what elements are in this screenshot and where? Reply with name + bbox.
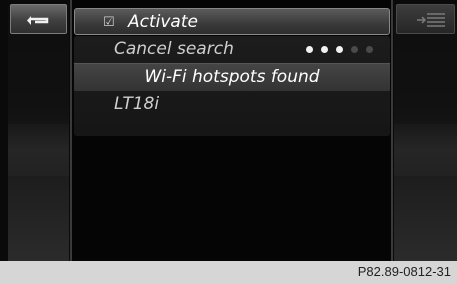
activate-label: Activate <box>128 12 198 32</box>
progress-dot <box>336 46 343 53</box>
menu-button[interactable] <box>396 4 455 34</box>
right-panel <box>394 4 457 261</box>
panel-band <box>8 124 69 176</box>
left-panel <box>8 4 69 261</box>
cancel-search-label: Cancel search <box>114 39 234 59</box>
network-item[interactable]: LT18i <box>74 91 390 118</box>
checkbox-checked-icon: ☑ <box>103 15 115 30</box>
progress-dot <box>321 46 328 53</box>
back-arrow-icon <box>27 16 49 25</box>
progress-dot <box>351 46 358 53</box>
progress-dot <box>306 46 313 53</box>
list-menu-icon <box>417 13 445 27</box>
progress-dot <box>366 46 373 53</box>
back-button[interactable] <box>10 4 67 34</box>
activate-item[interactable]: ☑ Activate <box>74 8 390 35</box>
search-progress-indicator <box>306 46 386 54</box>
network-label: LT18i <box>114 94 160 114</box>
hotspots-found-label: Wi-Fi hotspots found <box>144 67 320 87</box>
figure-id: P82.89-0812-31 <box>357 264 451 279</box>
panel-band <box>394 124 457 176</box>
figure-caption: P82.89-0812-31 <box>0 261 457 284</box>
hotspots-found-header: Wi-Fi hotspots found <box>74 63 390 91</box>
screen: ☑ Activate Cancel search Wi-Fi hotspots … <box>0 0 457 261</box>
cancel-search-item[interactable]: Cancel search <box>74 36 390 63</box>
